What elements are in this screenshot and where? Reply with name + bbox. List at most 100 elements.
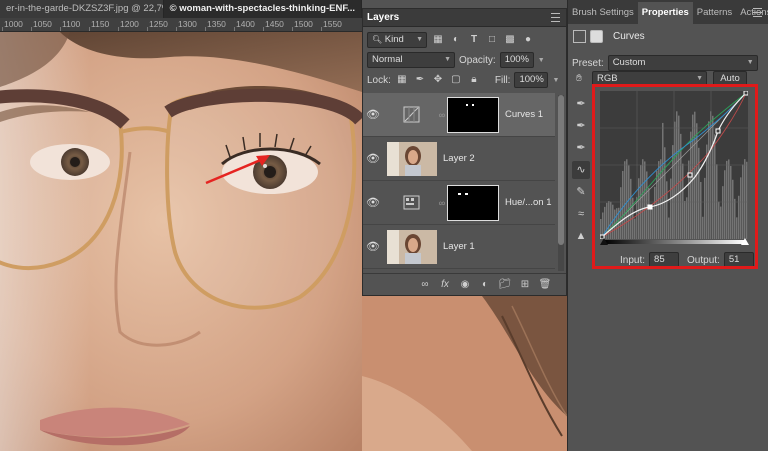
ruler-tick [89, 27, 90, 31]
ruler-tick [321, 27, 322, 31]
layers-scrollbar[interactable] [558, 95, 564, 271]
layers-scrollbar-thumb[interactable] [558, 95, 564, 245]
opacity-dropdown-icon[interactable]: ▼ [538, 57, 545, 64]
layers-panel: Layers 🔍︎ Kind ▼ ▦ ◐ T □ ▩ ● Normal ▼ Op… [362, 8, 567, 296]
dock-tabs: Brush Settings Properties Patterns Actio… [568, 0, 768, 24]
fill-label: Fill: [494, 74, 511, 86]
adjustment-filter-icon[interactable]: ◐ [449, 33, 463, 47]
lock-paint-icon[interactable]: ✒ [413, 73, 427, 87]
ruler-label: 1450 [265, 19, 284, 29]
ruler-tick [234, 27, 235, 31]
link-icon[interactable]: ∞ [418, 278, 432, 292]
layer-filter-value: Kind [384, 34, 404, 45]
layers-panel-header: Layers [363, 9, 566, 27]
layer-thumbnail [387, 229, 437, 264]
layer-row-layer2[interactable]: 👁︎ Layer 2 [363, 137, 555, 181]
panel-menu-icon[interactable] [551, 13, 560, 22]
layer-filter-select[interactable]: 🔍︎ Kind ▼ [367, 32, 427, 48]
ruler-tick [60, 27, 61, 31]
curves-highlight-box [592, 84, 758, 269]
lock-artboard-icon[interactable]: ▢ [449, 73, 463, 87]
document-tab-active[interactable]: © woman-with-spectacles-thinking-ENF... [163, 0, 362, 18]
type-filter-icon[interactable]: T [467, 33, 481, 47]
curve-points-tool-icon[interactable]: ∿ [572, 161, 590, 179]
curves-properties-icon[interactable] [573, 30, 586, 43]
layer-row-layer1[interactable]: 👁︎ Layer 1 [363, 225, 555, 269]
opacity-input[interactable]: 100% [499, 52, 534, 68]
document-tab-1[interactable]: er-in-the-garde-DKZSZ3F.jpg @ 22,7% (Cur… [0, 0, 164, 18]
new-layer-icon[interactable]: ⊞ [518, 278, 532, 292]
ruler-label: 1250 [149, 19, 168, 29]
layer-name[interactable]: Curves 1 [505, 109, 543, 120]
mask-icon[interactable]: ◉ [458, 278, 472, 292]
layer-row-hue[interactable]: 👁︎ ∞ Hue/...on 1 [363, 181, 555, 225]
hue-saturation-adjustment-icon [387, 186, 437, 220]
ruler-tick [176, 27, 177, 31]
tab-brush-settings[interactable]: Brush Settings [568, 2, 638, 24]
blend-mode-value: Normal [372, 54, 403, 65]
lock-position-icon[interactable]: ✥ [431, 73, 445, 87]
fill-input[interactable]: 100% [514, 72, 549, 88]
ruler-label: 1550 [323, 19, 342, 29]
tab-properties[interactable]: Properties [637, 2, 693, 24]
mask-properties-icon[interactable] [590, 30, 603, 43]
shape-filter-icon[interactable]: □ [485, 33, 499, 47]
layer-name[interactable]: Layer 1 [443, 241, 475, 252]
ruler-tick [31, 27, 32, 31]
layer-row-curves[interactable]: 👁︎ ∞ Curves 1 [363, 93, 555, 137]
clipping-warning-icon[interactable]: ▲ [572, 227, 590, 245]
ruler-label: 1300 [178, 19, 197, 29]
ruler-label: 1200 [120, 19, 139, 29]
smooth-curve-icon[interactable]: ≈ [572, 205, 590, 223]
smart-object-filter-icon[interactable]: ▩ [503, 33, 517, 47]
mask-link-icon[interactable]: ∞ [437, 198, 447, 208]
visibility-eye-icon[interactable]: 👁︎ [363, 152, 383, 165]
preset-row: Preset: Custom ▼ [572, 55, 758, 71]
preset-select[interactable]: Custom ▼ [607, 55, 758, 71]
ruler-tick [205, 27, 206, 31]
photo-canvas-lower[interactable] [362, 296, 567, 451]
group-folder-icon[interactable]: 📁︎ [498, 278, 512, 292]
preset-label: Preset: [572, 57, 604, 69]
gray-point-eyedropper-icon[interactable]: ✒ [572, 117, 590, 135]
layers-footer: ∞ fx ◉ ◐ 📁︎ ⊞ 🗑︎ [363, 273, 566, 295]
targeted-adjustment-icon[interactable]: ✋︎ [572, 72, 586, 86]
layers-panel-title[interactable]: Layers [367, 12, 399, 23]
visibility-eye-icon[interactable]: 👁︎ [363, 196, 383, 209]
horizontal-ruler: 1000 1050 1100 1150 1200 1250 1300 1350 1400 1450… [0, 18, 362, 32]
adjustment-icon[interactable]: ◐ [478, 278, 492, 292]
layer-name[interactable]: Hue/...on 1 [505, 197, 551, 208]
layer-mask-thumbnail[interactable] [447, 184, 499, 221]
pixel-filter-icon[interactable]: ▦ [431, 33, 445, 47]
preset-value: Custom [612, 57, 646, 68]
trash-icon[interactable]: 🗑︎ [538, 278, 552, 292]
fx-icon[interactable]: fx [438, 278, 452, 292]
white-point-eyedropper-icon[interactable]: ✒ [572, 139, 590, 157]
tab-patterns[interactable]: Patterns [693, 2, 736, 24]
ruler-label: 1150 [91, 19, 110, 29]
fill-dropdown-icon[interactable]: ▼ [552, 77, 559, 84]
pencil-draw-icon[interactable]: ✎ [572, 183, 590, 201]
filter-toggle-icon[interactable]: ● [521, 33, 535, 47]
blend-mode-select[interactable]: Normal ▼ [367, 52, 455, 68]
ruler-label: 1000 [4, 19, 23, 29]
curve-tools: ✒ ✒ ✒ ∿ ✎ ≈ ▲ [572, 95, 590, 249]
ruler-label: 1100 [62, 19, 81, 29]
black-point-eyedropper-icon[interactable]: ✒ [572, 95, 590, 113]
photo-canvas[interactable] [0, 32, 362, 451]
properties-title: Curves [613, 31, 645, 42]
lock-all-icon[interactable]: 🔒︎ [467, 73, 481, 87]
ruler-tick [292, 27, 293, 31]
layer-name[interactable]: Layer 2 [443, 153, 475, 164]
visibility-eye-icon[interactable]: 👁︎ [363, 108, 383, 121]
layer-row-background[interactable]: 👁︎ [363, 269, 555, 271]
visibility-eye-icon[interactable]: 👁︎ [363, 240, 383, 253]
ruler-label: 1050 [33, 19, 52, 29]
ruler-tick [147, 27, 148, 31]
curves-adjustment-icon [387, 98, 437, 132]
ruler-label: 1350 [207, 19, 226, 29]
mask-link-icon[interactable]: ∞ [437, 110, 447, 120]
lock-transparency-icon[interactable]: ▦ [395, 73, 409, 87]
layer-mask-thumbnail[interactable] [447, 96, 499, 133]
panel-menu-icon[interactable] [753, 8, 762, 17]
